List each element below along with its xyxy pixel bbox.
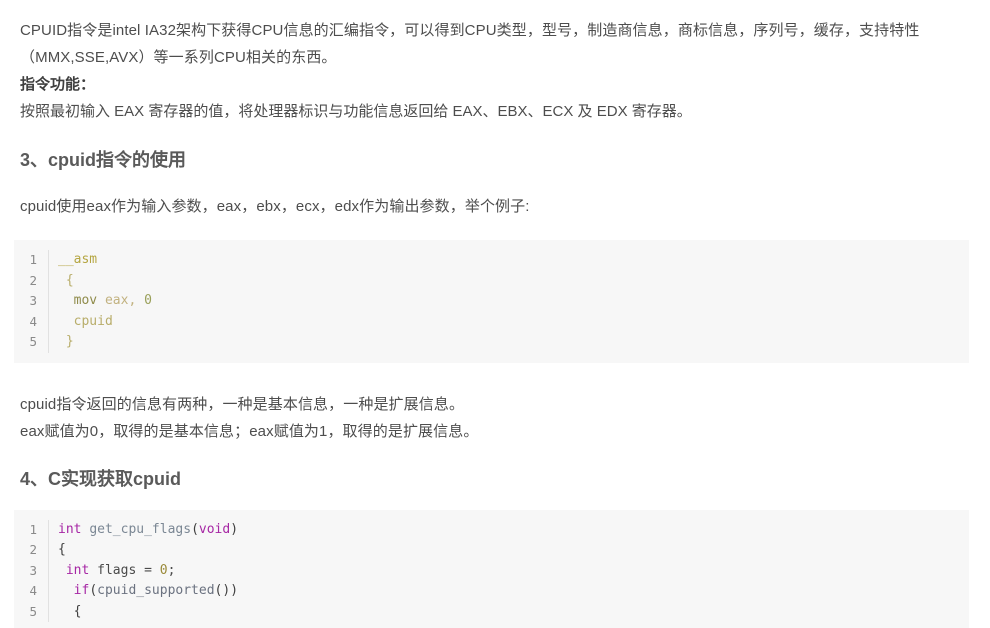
code-token: 0: [144, 293, 152, 308]
code-line-text: {: [48, 601, 969, 622]
code-token: cpuid: [58, 313, 113, 329]
code-line: 1 int get_cpu_flags(void): [14, 519, 969, 540]
section-4-heading: 4、C实现获取cpuid: [20, 468, 182, 489]
code-block-c[interactable]: 1 int get_cpu_flags(void) 2{3 int flags = …: [14, 509, 969, 628]
code-token: if: [73, 583, 90, 598]
code-token: ): [230, 521, 239, 537]
code-line-number: 4: [29, 583, 37, 598]
article-page: CPUID指令是intel IA32架构下获得CPU信息的汇编指令，可以得到CP…: [0, 0, 990, 628]
section-3-after-code-line-1: cpuid指令返回的信息有两种，一种是基本信息，一种是扩展信息。: [20, 395, 465, 413]
code-line: 3 mov eax, 0: [14, 291, 969, 312]
code-line-text: if(cpuid_supported()): [48, 581, 969, 602]
code-token: 0: [159, 562, 168, 578]
code-token: =: [144, 562, 160, 578]
intro-paragraph: CPUID指令是intel IA32架构下获得CPU信息的汇编指令，可以得到CP…: [20, 22, 920, 66]
instruction-function-label: 指令功能：: [20, 76, 96, 93]
code-line: 5 {: [14, 601, 969, 622]
code-token: {: [58, 603, 82, 619]
section-3-heading: 3、cpuid指令的使用: [20, 150, 187, 170]
code-token: int: [65, 562, 98, 578]
code-token: eax: [104, 293, 129, 308]
code-line-number: 4: [29, 313, 37, 329]
code-block-asm[interactable]: 1 __asm 2 {3 mov eax, 04 cpuid 5 }: [14, 240, 969, 363]
code-token: get_cpu_flags: [89, 521, 192, 537]
code-line-number: 5: [29, 334, 37, 349]
code-token: cpuid_supported: [97, 583, 215, 598]
code-line-text: __asm: [48, 250, 969, 271]
code-token: ;: [167, 562, 176, 578]
code-token: {: [58, 542, 66, 557]
code-line-text: }: [48, 332, 969, 353]
code-token: ,: [128, 293, 145, 308]
code-line: 5 }: [14, 332, 969, 353]
code-token: (: [89, 583, 98, 598]
code-line-number: 1: [29, 252, 37, 267]
code-line-number: 3: [29, 562, 37, 578]
section-3-paragraph: cpuid使用eax作为输入参数，eax，ebx，ecx，edx作为输出参数，举…: [20, 198, 530, 215]
instruction-function-description: 按照最初输入 EAX 寄存器的值，将处理器标识与功能信息返回给 EAX、EBX、…: [20, 103, 692, 120]
code-token: (: [191, 521, 199, 537]
code-token: {: [58, 272, 74, 288]
code-line-text: {: [48, 270, 969, 291]
code-token: __asm: [58, 252, 98, 267]
code-line-text: mov eax, 0: [48, 291, 969, 312]
code-line-number: 1: [29, 521, 37, 537]
code-line: 1 __asm: [14, 250, 969, 271]
code-line-text: {: [48, 540, 969, 561]
code-token: ()): [214, 583, 239, 598]
code-line-text: int flags = 0;: [48, 560, 969, 581]
code-line-number: 2: [29, 272, 37, 288]
code-line: 2 {: [14, 270, 969, 291]
code-token: void: [198, 521, 231, 537]
code-line-number: 2: [29, 542, 37, 557]
code-token: mov: [58, 293, 105, 308]
code-line-text: int get_cpu_flags(void): [48, 519, 969, 540]
section-3-after-code-line-2: eax赋值为0，取得的是基本信息；eax赋值为1，取得的是扩展信息。: [20, 422, 479, 440]
code-line-number: 3: [29, 293, 37, 308]
code-token: flags: [97, 562, 145, 578]
code-line: 3 int flags = 0;: [14, 560, 969, 581]
code-line: 4 cpuid: [14, 311, 969, 332]
code-token: int: [58, 521, 90, 537]
code-token: }: [58, 334, 74, 349]
code-line-text: cpuid: [48, 311, 969, 332]
code-line-number: 5: [29, 603, 37, 619]
code-line: 4 if(cpuid_supported()): [14, 581, 969, 602]
code-line: 2{: [14, 540, 969, 561]
